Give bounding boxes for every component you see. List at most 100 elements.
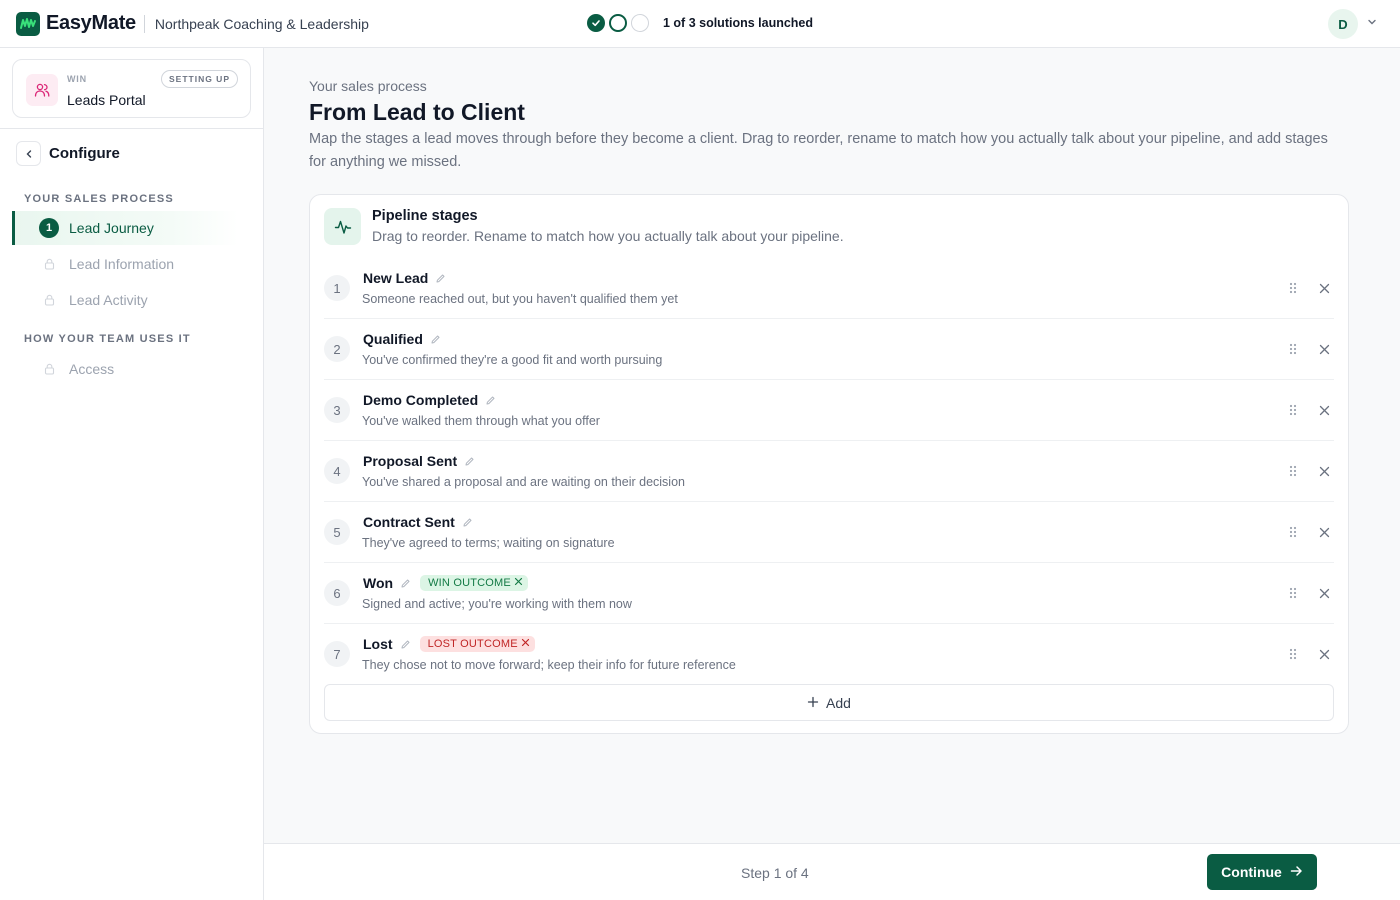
brand-name: EasyMate — [46, 12, 136, 34]
stage-name[interactable]: Proposal Sent — [363, 453, 457, 469]
footer: Step 1 of 4 Continue — [264, 843, 1400, 900]
stage-number: 7 — [324, 641, 350, 667]
stage-name[interactable]: Qualified — [363, 331, 423, 347]
stage-description: You've walked them through what you offe… — [362, 414, 600, 428]
top-bar: EasyMate Northpeak Coaching & Leadership… — [0, 0, 1400, 48]
lock-icon — [39, 258, 59, 270]
stage-row[interactable]: 3 Demo Completed You've walked them thro… — [324, 380, 1334, 441]
close-icon[interactable] — [1316, 463, 1332, 479]
sidebar-item-label: Lead Journey — [69, 220, 154, 236]
stage-description: Someone reached out, but you haven't qua… — [362, 292, 678, 306]
close-icon[interactable] — [514, 577, 523, 589]
user-menu[interactable]: D — [1328, 9, 1378, 39]
stage-row[interactable]: 1 New Lead Someone reached out, but you … — [324, 258, 1334, 319]
pencil-icon[interactable] — [464, 456, 475, 467]
avatar[interactable]: D — [1328, 9, 1358, 39]
continue-button[interactable]: Continue — [1207, 854, 1317, 890]
close-icon[interactable] — [1316, 402, 1332, 418]
card-subtitle: Drag to reorder. Rename to match how you… — [372, 228, 844, 244]
stage-number: 6 — [324, 580, 350, 606]
sidebar-item-label: Lead Activity — [69, 292, 148, 308]
stage-row[interactable]: 6 Won WIN OUTCOME Signed and active; you… — [324, 563, 1334, 624]
outcome-label: WIN OUTCOME — [428, 577, 511, 589]
sidebar: WIN Leads Portal SETTING UP Configure YO… — [0, 48, 264, 900]
pencil-icon[interactable] — [430, 334, 441, 345]
stage-number: 2 — [324, 336, 350, 362]
stage-name[interactable]: Contract Sent — [363, 514, 455, 530]
pencil-icon[interactable] — [400, 639, 411, 650]
arrow-right-icon — [1290, 864, 1303, 880]
close-icon[interactable] — [1316, 280, 1332, 296]
sidebar-item-access[interactable]: Access — [12, 352, 238, 386]
section-heading-sales-process: YOUR SALES PROCESS — [24, 193, 174, 205]
stage-name[interactable]: Won — [363, 575, 393, 591]
progress-active-icon — [609, 14, 627, 32]
configure-title: Configure — [49, 145, 120, 162]
drag-handle-icon[interactable] — [1288, 586, 1298, 605]
drag-handle-icon[interactable] — [1288, 342, 1298, 361]
chevron-down-icon[interactable] — [1366, 15, 1378, 33]
continue-label: Continue — [1221, 864, 1282, 880]
lock-icon — [39, 294, 59, 306]
stage-row[interactable]: 7 Lost LOST OUTCOME They chose not to mo… — [324, 624, 1334, 685]
solution-name: Leads Portal — [67, 92, 146, 108]
pencil-icon[interactable] — [435, 273, 446, 284]
drag-handle-icon[interactable] — [1288, 647, 1298, 666]
step-number: 1 — [39, 218, 59, 238]
page-description: Map the stages a lead moves through befo… — [309, 131, 1328, 170]
stage-number: 3 — [324, 397, 350, 423]
step-indicator: Step 1 of 4 — [741, 865, 809, 881]
pencil-icon[interactable] — [400, 578, 411, 589]
card-title: Pipeline stages — [372, 208, 478, 224]
drag-handle-icon[interactable] — [1288, 525, 1298, 544]
close-icon[interactable] — [1316, 524, 1332, 540]
lost-outcome-tag: LOST OUTCOME — [419, 636, 535, 652]
stage-row[interactable]: 4 Proposal Sent You've shared a proposal… — [324, 441, 1334, 502]
stage-description: They chose not to move forward; keep the… — [362, 658, 736, 672]
add-stage-button[interactable]: Add — [324, 684, 1334, 721]
drag-handle-icon[interactable] — [1288, 464, 1298, 483]
sidebar-item-lead-information[interactable]: Lead Information — [12, 247, 238, 281]
solution-card[interactable]: WIN Leads Portal SETTING UP — [12, 59, 251, 118]
page-kicker: Your sales process — [309, 78, 427, 94]
stage-list: 1 New Lead Someone reached out, but you … — [324, 258, 1334, 685]
stage-number: 4 — [324, 458, 350, 484]
solution-kicker: WIN — [67, 74, 87, 84]
stage-row[interactable]: 5 Contract Sent They've agreed to terms;… — [324, 502, 1334, 563]
stage-row[interactable]: 2 Qualified You've confirmed they're a g… — [324, 319, 1334, 380]
stage-name[interactable]: Lost — [363, 636, 393, 652]
pencil-icon[interactable] — [462, 517, 473, 528]
launch-progress: 1 of 3 solutions launched — [587, 14, 813, 32]
chevron-left-icon — [26, 149, 31, 158]
outcome-label: LOST OUTCOME — [427, 638, 518, 650]
close-icon[interactable] — [521, 638, 530, 650]
drag-handle-icon[interactable] — [1288, 403, 1298, 422]
organization-name: Northpeak Coaching & Leadership — [154, 15, 369, 32]
pencil-icon[interactable] — [485, 395, 496, 406]
easymate-logo-icon — [16, 11, 40, 36]
configure-header: Configure — [16, 141, 120, 166]
stage-name[interactable]: Demo Completed — [363, 392, 478, 408]
progress-done-icon — [587, 14, 605, 32]
stage-number: 1 — [324, 275, 350, 301]
drag-handle-icon[interactable] — [1288, 281, 1298, 300]
win-outcome-tag: WIN OUTCOME — [420, 575, 528, 591]
sidebar-item-lead-activity[interactable]: Lead Activity — [12, 283, 238, 317]
back-button[interactable] — [16, 141, 41, 166]
stage-description: You've shared a proposal and are waiting… — [362, 475, 685, 489]
brand[interactable]: EasyMate — [0, 11, 136, 36]
section-heading-team-usage: HOW YOUR TEAM USES IT — [24, 333, 191, 345]
close-icon[interactable] — [1316, 585, 1332, 601]
users-icon — [26, 74, 58, 106]
activity-icon — [324, 208, 361, 245]
add-label: Add — [826, 694, 851, 711]
sidebar-divider — [0, 128, 263, 129]
sidebar-item-lead-journey[interactable]: 1 Lead Journey — [12, 211, 238, 245]
sidebar-item-label: Access — [69, 361, 115, 377]
page-title: From Lead to Client — [309, 99, 525, 125]
close-icon[interactable] — [1316, 646, 1332, 662]
status-badge: SETTING UP — [160, 70, 238, 88]
close-icon[interactable] — [1316, 341, 1332, 357]
plus-icon — [807, 695, 819, 711]
stage-name[interactable]: New Lead — [363, 270, 428, 286]
